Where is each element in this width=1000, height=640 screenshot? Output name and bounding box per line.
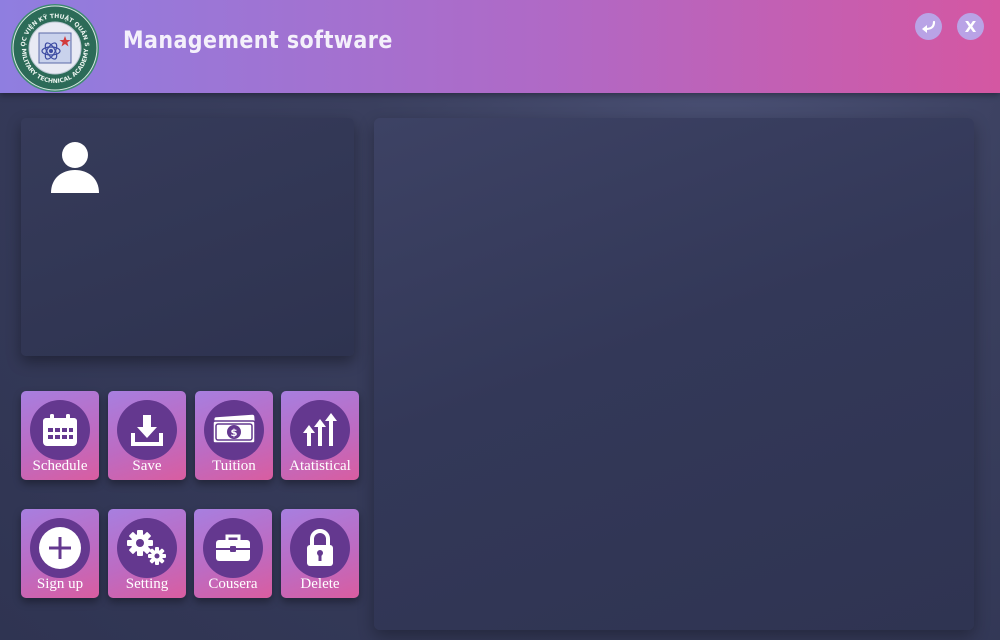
icon-circle [30,400,90,460]
academy-logo: HỌC VIỆN KỸ THUẬT QUÂN SỰ MILITARY TECHN… [8,3,99,92]
setting-button[interactable]: Setting [108,509,186,598]
icon-circle: $ [204,400,264,460]
title-bar: HỌC VIỆN KỸ THUẬT QUÂN SỰ MILITARY TECHN… [0,0,1000,93]
icon-circle [117,400,177,460]
save-label: Save [132,458,162,474]
save-button[interactable]: Save [108,391,186,480]
cousera-label: Cousera [208,576,258,592]
icon-circle [117,518,177,578]
delete-label: Delete [300,576,340,592]
download-icon [131,415,163,446]
delete-button[interactable]: Delete [281,509,359,598]
lock-icon [307,529,333,566]
tuition-button[interactable]: $ Tuition [195,391,273,480]
app-title: Management software [123,26,393,54]
statistical-label: Atatistical [289,458,351,474]
icon-circle [290,400,350,460]
cousera-button[interactable]: Cousera [194,509,272,598]
close-button[interactable]: X [957,13,984,40]
schedule-label: Schedule [32,458,88,474]
icon-circle [30,518,90,578]
icon-circle [290,518,350,578]
plus-icon [39,527,81,569]
sign-up-button[interactable]: Sign up [21,509,99,598]
chart-arrows-icon [303,413,337,446]
content-panel [374,118,974,630]
calendar-icon [43,414,77,446]
icon-circle [203,518,263,578]
briefcase-icon [216,534,250,561]
schedule-button[interactable]: Schedule [21,391,99,480]
statistical-button[interactable]: Atatistical [281,391,359,480]
svg-text:$: $ [231,428,238,439]
user-icon [51,142,99,193]
setting-label: Setting [125,576,169,592]
tuition-label: Tuition [212,458,256,474]
sign-up-label: Sign up [36,576,84,592]
back-arrow-icon [921,20,935,33]
money-icon: $ [212,414,256,444]
back-button[interactable] [915,13,942,40]
gears-icon [127,530,166,565]
